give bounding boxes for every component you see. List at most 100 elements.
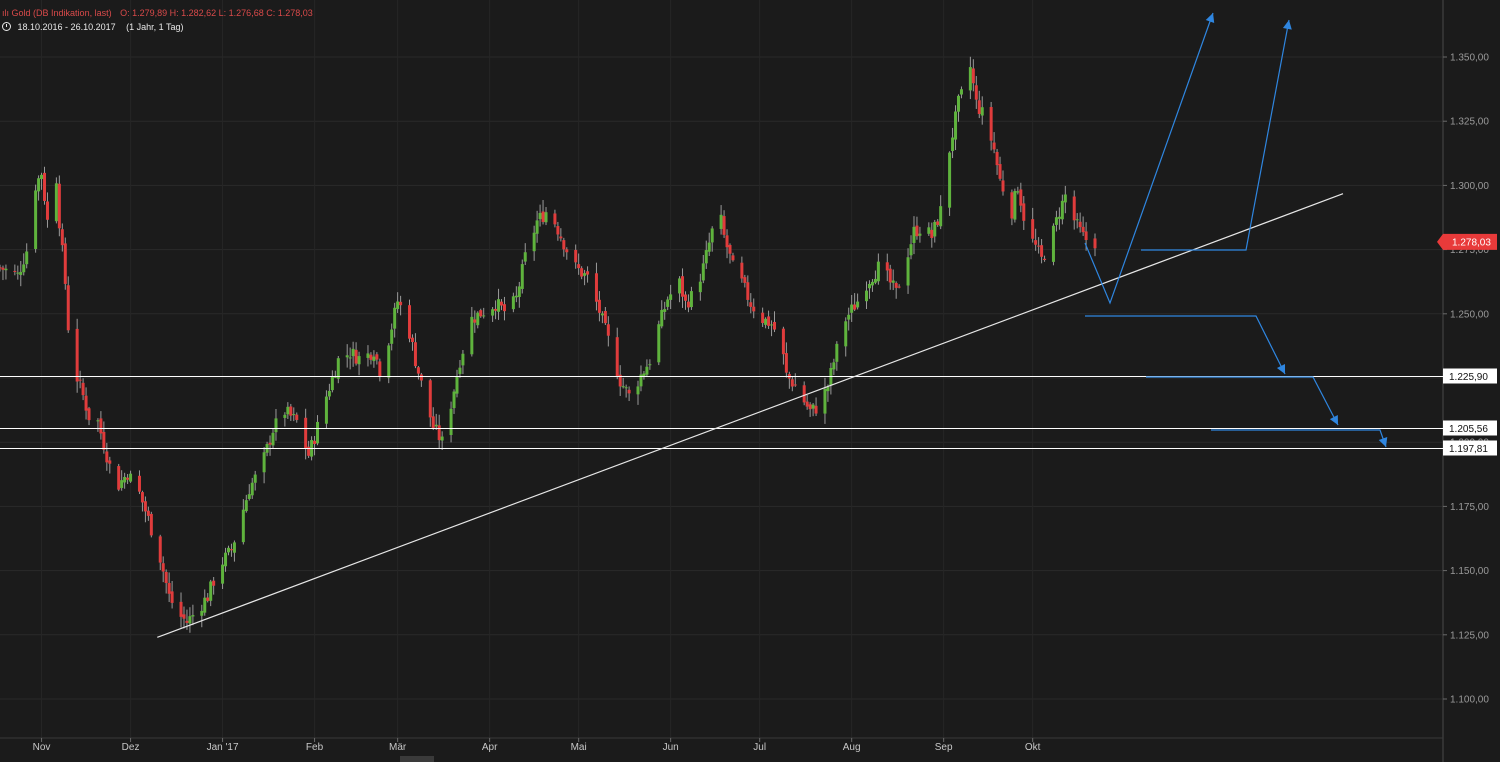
- candle-down: [1019, 189, 1023, 206]
- candle-down: [502, 304, 506, 312]
- candle-down: [161, 563, 165, 572]
- candle-up: [939, 206, 943, 227]
- price-chart[interactable]: 1.100,001.125,001.150,001.175,001.200,00…: [0, 0, 1500, 762]
- candle-up: [372, 356, 376, 362]
- period-length: (1 Jahr, 1 Tag): [126, 22, 184, 32]
- candle-up: [867, 283, 871, 289]
- period-range: 18.10.2016 - 26.10.2017: [17, 22, 116, 32]
- candle-down: [289, 406, 293, 416]
- candle-down: [761, 312, 765, 324]
- candle-down: [989, 107, 993, 141]
- candle-down: [494, 308, 498, 311]
- candle-down: [170, 591, 174, 603]
- candle-down: [977, 100, 981, 114]
- candle-down: [728, 244, 732, 254]
- candle-down: [167, 583, 171, 594]
- period-header: 18.10.2016 - 26.10.2017 (1 Jahr, 1 Tag): [2, 21, 184, 33]
- candle-up: [40, 174, 44, 180]
- candle-up: [707, 242, 711, 252]
- candle-up: [1051, 225, 1055, 262]
- candle-down: [971, 68, 975, 84]
- candle-down: [419, 374, 423, 381]
- candle-up: [120, 480, 124, 488]
- candle-up: [458, 367, 462, 374]
- candle-up: [948, 152, 952, 208]
- candle-down: [149, 513, 153, 536]
- candle-up: [535, 220, 539, 234]
- candle-up: [666, 299, 670, 307]
- candle-down: [399, 301, 403, 306]
- candle-up: [847, 314, 851, 320]
- candle-down: [749, 302, 753, 307]
- candle-up: [876, 261, 880, 282]
- candle-up: [34, 190, 38, 249]
- candle-up: [209, 581, 213, 601]
- candle-down: [773, 321, 777, 330]
- candle-up: [393, 307, 397, 329]
- candle-up: [678, 278, 682, 294]
- candle-up: [918, 233, 922, 236]
- candle-down: [158, 536, 162, 563]
- candle-down: [1072, 196, 1076, 221]
- candle-down: [767, 316, 771, 326]
- candle-down: [1031, 219, 1035, 239]
- x-tick-label: Dez: [122, 742, 140, 753]
- candle-down: [185, 620, 189, 623]
- candle-up: [327, 390, 331, 397]
- candle-down: [304, 417, 308, 449]
- candle-up: [1057, 216, 1061, 219]
- x-tick-label: Mär: [389, 742, 407, 753]
- candle-up: [689, 291, 693, 308]
- candle-up: [927, 227, 931, 234]
- x-tick-label: Nov: [33, 742, 51, 753]
- candle-down: [805, 401, 809, 407]
- candle-up: [912, 226, 916, 243]
- candle-up: [440, 436, 444, 441]
- candle-up: [764, 318, 768, 325]
- candle-up: [520, 264, 524, 289]
- candle-up: [856, 301, 860, 308]
- candle-up: [221, 564, 225, 584]
- candle-down: [354, 349, 358, 364]
- candle-down: [974, 85, 978, 100]
- candle-up: [357, 356, 361, 365]
- candle-up: [253, 474, 257, 483]
- candle-down: [915, 225, 919, 237]
- candle-down: [1043, 258, 1047, 260]
- x-tick-label: Feb: [306, 742, 324, 753]
- candle-up: [324, 396, 328, 424]
- candle-down: [686, 301, 690, 308]
- candle-down: [781, 328, 785, 355]
- candle-down: [603, 310, 607, 324]
- candle-up: [870, 281, 874, 286]
- candle-up: [482, 315, 486, 317]
- candle-up: [873, 278, 877, 283]
- candle-down: [808, 404, 812, 410]
- candle-down: [888, 268, 892, 283]
- x-tick-label: Okt: [1025, 742, 1041, 753]
- candle-up: [387, 345, 391, 378]
- candle-up: [129, 473, 133, 482]
- last-price-tag: 1.278,03: [1437, 233, 1497, 250]
- candle-up: [514, 295, 518, 298]
- candle-up: [704, 250, 708, 264]
- instrument-name: Gold (DB Indikation, last): [11, 8, 112, 18]
- candle-down: [229, 549, 233, 551]
- ohlc-values: O: 1.279,89 H: 1.282,62 L: 1.276,68 C: 1…: [120, 8, 313, 18]
- candle-down: [473, 319, 477, 323]
- y-tick-label: 1.325,00: [1450, 117, 1489, 128]
- candle-down: [212, 580, 216, 586]
- scrollbar-thumb[interactable]: [400, 756, 434, 762]
- candle-up: [396, 301, 400, 310]
- candle-down: [615, 337, 619, 377]
- candle-down: [1078, 221, 1082, 228]
- candle-down: [428, 380, 432, 418]
- candle-down: [295, 414, 299, 420]
- candle-down: [1001, 180, 1005, 192]
- candle-down: [57, 183, 61, 229]
- candle-down: [313, 440, 317, 444]
- candle-down: [894, 282, 898, 288]
- candle-up: [645, 366, 649, 375]
- candle-down: [930, 229, 934, 239]
- candle-down: [683, 294, 687, 301]
